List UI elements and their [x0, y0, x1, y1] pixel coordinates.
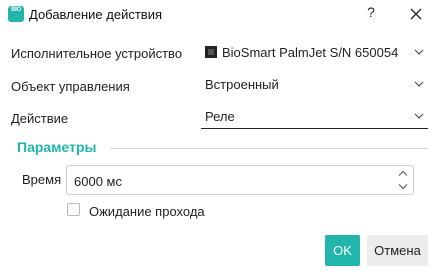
control-object-value: Встроенный [205, 77, 279, 92]
ok-button[interactable]: OK [325, 235, 360, 266]
time-spinbox[interactable]: 6000 мс [66, 165, 414, 195]
title-bar: BIO Добавление действия ? [0, 0, 441, 30]
control-object-label: Объект управления [11, 79, 130, 94]
device-select-value-wrap: BioSmart PalmJet S/N 650054 [205, 45, 398, 60]
device-icon [205, 46, 217, 58]
window-title: Добавление действия [29, 7, 163, 22]
help-button[interactable]: ? [362, 4, 380, 24]
device-select[interactable]: BioSmart PalmJet S/N 650054 [201, 42, 428, 64]
time-value: 6000 мс [74, 174, 122, 189]
chevron-down-icon [414, 49, 424, 55]
action-value: Реле [205, 109, 235, 124]
chevron-up-icon[interactable] [398, 170, 408, 177]
wait-pass-checkbox[interactable] [67, 203, 80, 216]
cancel-button[interactable]: Отмена [367, 235, 428, 266]
action-label: Действие [11, 111, 69, 126]
close-icon [410, 8, 422, 20]
app-logo-text: BIO [11, 7, 21, 13]
device-select-value: BioSmart PalmJet S/N 650054 [222, 45, 399, 60]
control-object-select[interactable]: Встроенный [201, 74, 428, 96]
section-divider [110, 148, 428, 149]
chevron-down-icon [414, 81, 424, 87]
wait-pass-label[interactable]: Ожидание прохода [89, 204, 205, 219]
parameters-section-title: Параметры [17, 139, 97, 155]
app-logo-icon: BIO [8, 6, 24, 22]
chevron-down-icon [414, 113, 424, 119]
close-button[interactable] [406, 4, 426, 24]
device-label: Исполнительное устройство [11, 46, 183, 61]
action-select[interactable]: Реле [201, 106, 428, 129]
chevron-down-icon[interactable] [398, 183, 408, 190]
time-label: Время [22, 172, 62, 187]
